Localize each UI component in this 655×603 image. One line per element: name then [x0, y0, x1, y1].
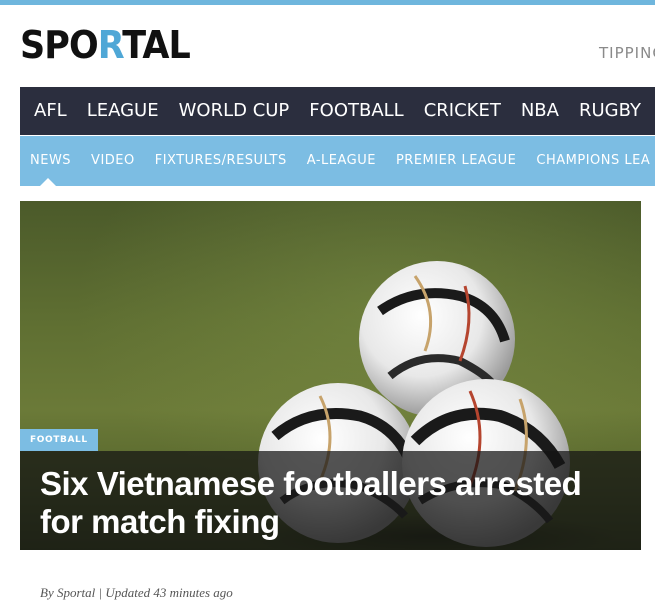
category-badge[interactable]: FOOTBALL — [20, 429, 98, 451]
active-subnav-caret — [40, 178, 56, 186]
nav-item-afl[interactable]: AFL — [20, 87, 77, 135]
subnav-item-premier-league[interactable]: PREMIER LEAGUE — [386, 136, 526, 186]
nav-item-league[interactable]: LEAGUE — [77, 87, 169, 135]
article-headline[interactable]: Six Vietnamese footballers arrested for … — [40, 465, 620, 541]
nav-item-nba[interactable]: NBA — [511, 87, 569, 135]
subnav-item-fixtures-results[interactable]: FIXTURES/RESULTS — [145, 136, 297, 186]
nav-item-cricket[interactable]: CRICKET — [414, 87, 511, 135]
site-logo[interactable]: SPORTAL — [20, 22, 205, 68]
nav-item-rugby[interactable]: RUGBY — [569, 87, 651, 135]
subnav-item-video[interactable]: VIDEO — [81, 136, 145, 186]
logo-wordmark: SPORTAL — [20, 23, 191, 67]
tipping-link[interactable]: TIPPING — [599, 44, 655, 62]
nav-item-football[interactable]: FOOTBALL — [299, 87, 413, 135]
subnav-item-champions-league[interactable]: CHAMPIONS LEA — [526, 136, 655, 186]
top-accent-line — [0, 0, 655, 5]
article-byline: By Sportal | Updated 43 minutes ago — [40, 585, 233, 600]
nav-item-world-cup[interactable]: WORLD CUP — [169, 87, 300, 135]
primary-nav: AFL LEAGUE WORLD CUP FOOTBALL CRICKET NB… — [20, 87, 655, 135]
secondary-nav: NEWS VIDEO FIXTURES/RESULTS A-LEAGUE PRE… — [20, 136, 655, 186]
headline-overlay[interactable]: Six Vietnamese footballers arrested for … — [20, 451, 641, 550]
subnav-item-a-league[interactable]: A-LEAGUE — [297, 136, 386, 186]
